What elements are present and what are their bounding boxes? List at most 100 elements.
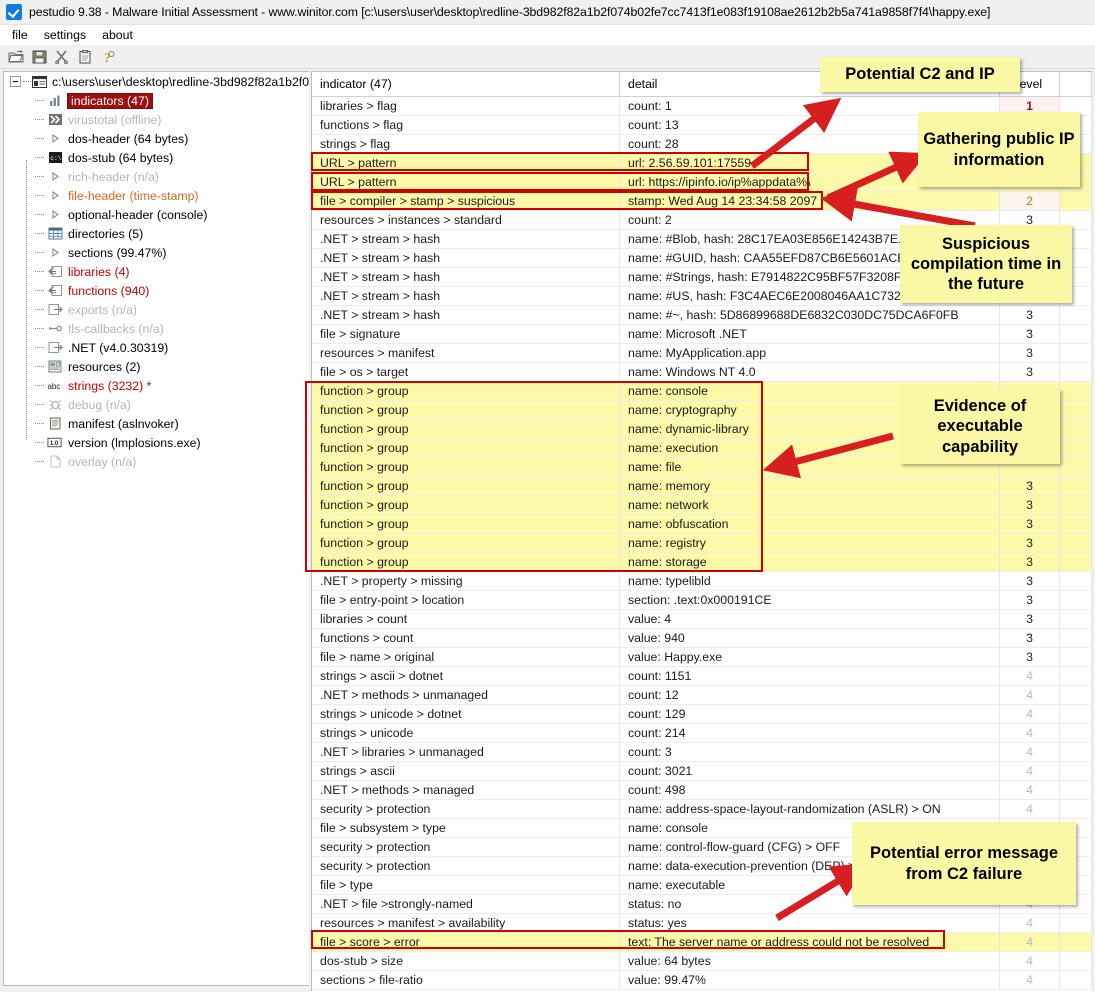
- tree-root-node[interactable]: c:\users\user\desktop\redline-3bd982f82a…: [4, 72, 309, 91]
- svg-text:abc: abc: [47, 382, 60, 391]
- cell-detail: name: network: [620, 496, 1000, 515]
- grid-row[interactable]: .NET > methods > managed count: 498 4: [312, 781, 1092, 800]
- grid-row[interactable]: resources > manifest name: MyApplication.…: [312, 344, 1092, 363]
- cell-detail: section: .text:0x000191CE: [620, 591, 1000, 610]
- tree-guide-dots: [35, 442, 44, 443]
- cell-indicator: file > os > target: [312, 363, 620, 382]
- tree-guide-dots: [35, 385, 44, 386]
- cell-spacer: [1060, 306, 1092, 325]
- abc-icon: abc: [47, 379, 63, 393]
- document-icon: [47, 417, 63, 431]
- cell-indicator: function > group: [312, 439, 620, 458]
- grid-row[interactable]: file > score > error text: The server nam…: [312, 933, 1092, 952]
- cell-indicator: function > group: [312, 458, 620, 477]
- tree-item-version[interactable]: 1.0 version (lmplosions.exe): [4, 433, 309, 452]
- cell-indicator: file > entry-point > location: [312, 591, 620, 610]
- grid-row[interactable]: function > group name: registry 3: [312, 534, 1092, 553]
- grid-row[interactable]: security > protection name: address-space…: [312, 800, 1092, 819]
- cell-spacer: [1060, 686, 1092, 705]
- tree-item-functions[interactable]: functions (940): [4, 281, 309, 300]
- tree-item-file-header[interactable]: file-header (time-stamp): [4, 186, 309, 205]
- menu-item-file[interactable]: file: [4, 25, 36, 45]
- tree-guide-dots: [35, 461, 44, 462]
- grid-row[interactable]: strings > ascii > dotnet count: 1151 4: [312, 667, 1092, 686]
- grid-row[interactable]: functions > count value: 940 3: [312, 629, 1092, 648]
- grid-row[interactable]: dos-stub > size value: 64 bytes 4: [312, 952, 1092, 971]
- grid-row[interactable]: file > signature name: Microsoft .NET 3: [312, 325, 1092, 344]
- grid-row[interactable]: .NET > property > missing name: typelibld…: [312, 572, 1092, 591]
- grid-row[interactable]: function > group name: memory 3: [312, 477, 1092, 496]
- tree-guide-dots: [35, 233, 44, 234]
- tree-item-debug[interactable]: debug (n/a): [4, 395, 309, 414]
- cell-indicator: resources > manifest: [312, 344, 620, 363]
- tree-item-optional-header[interactable]: optional-header (console): [4, 205, 309, 224]
- tree-item-label: resources (2): [68, 359, 141, 374]
- save-icon[interactable]: [29, 47, 49, 67]
- cell-indicator: security > protection: [312, 800, 620, 819]
- cell-level: 4: [1000, 781, 1060, 800]
- cell-detail: count: 498: [620, 781, 1000, 800]
- cell-indicator: .NET > stream > hash: [312, 230, 620, 249]
- tree-item-.net[interactable]: .NET (v4.0.30319): [4, 338, 309, 357]
- grid-row[interactable]: libraries > count value: 43: [312, 610, 1092, 629]
- navigation-tree[interactable]: c:\users\user\desktop\redline-3bd982f82a…: [3, 71, 309, 986]
- tree-item-directories[interactable]: directories (5): [4, 224, 309, 243]
- cell-indicator: file > compiler > stamp > suspicious: [312, 192, 620, 211]
- cell-indicator: functions > flag: [312, 116, 620, 135]
- grid-row[interactable]: strings > unicode > dotnet count: 129 4: [312, 705, 1092, 724]
- cell-level: 4: [1000, 705, 1060, 724]
- grid-row[interactable]: file > name > original value: Happy.exe 3: [312, 648, 1092, 667]
- cell-level: 4: [1000, 971, 1060, 990]
- tree-item-overlay[interactable]: overlay (n/a): [4, 452, 309, 471]
- tree-item-libraries[interactable]: libraries (4): [4, 262, 309, 281]
- open-folder-icon[interactable]: [6, 47, 26, 67]
- tree-guide-dots: [35, 195, 44, 196]
- grid-row[interactable]: function > group name: obfuscation 3: [312, 515, 1092, 534]
- column-header-indicator[interactable]: indicator (47): [312, 72, 620, 96]
- tree-item-tls-callbacks[interactable]: tls-callbacks (n/a): [4, 319, 309, 338]
- cell-detail: name: Microsoft .NET: [620, 325, 1000, 344]
- scissors-icon[interactable]: [52, 47, 72, 67]
- help-question-icon[interactable]: ?: [98, 47, 118, 67]
- cell-spacer: [1060, 781, 1092, 800]
- tree-item-rich-header[interactable]: rich-header (n/a): [4, 167, 309, 186]
- tree-item-manifest[interactable]: manifest (aslnvoker): [4, 414, 309, 433]
- grid-row[interactable]: sections > file-ratio value: 99.47% 4: [312, 971, 1092, 990]
- tree-item-sections[interactable]: sections (99.47%): [4, 243, 309, 262]
- cell-level: 4: [1000, 952, 1060, 971]
- cell-indicator: libraries > count: [312, 610, 620, 629]
- cell-indicator: security > protection: [312, 857, 620, 876]
- grid-row[interactable]: function > group name: network 3: [312, 496, 1092, 515]
- grid-row[interactable]: file > entry-point > location section: .t…: [312, 591, 1092, 610]
- grid-row[interactable]: file > compiler > stamp > suspicious stam…: [312, 192, 1092, 211]
- tree-item-resources[interactable]: resources (2): [4, 357, 309, 376]
- cell-indicator: file > score > error: [312, 933, 620, 952]
- grid-row[interactable]: strings > unicode count: 214 4: [312, 724, 1092, 743]
- grid-row[interactable]: function > group name: storage 3: [312, 553, 1092, 572]
- cell-indicator: .NET > libraries > unmanaged: [312, 743, 620, 762]
- cell-spacer: [1060, 705, 1092, 724]
- grid-row[interactable]: file > os > target name: Windows NT 4.0 3: [312, 363, 1092, 382]
- grid-row[interactable]: strings > ascii count: 3021 4: [312, 762, 1092, 781]
- menu-item-settings[interactable]: settings: [36, 25, 94, 45]
- grid-row[interactable]: resources > manifest > availability statu…: [312, 914, 1092, 933]
- tree-item-dos-header[interactable]: dos-header (64 bytes): [4, 129, 309, 148]
- cell-detail: text: The server name or address could n…: [620, 933, 1000, 952]
- tree-item-indicators[interactable]: indicators (47): [4, 91, 309, 110]
- grid-row[interactable]: .NET > libraries > unmanaged count: 34: [312, 743, 1092, 762]
- grid-row[interactable]: .NET > methods > unmanaged count: 12 4: [312, 686, 1092, 705]
- tree-item-virustotal[interactable]: virustotal (offline): [4, 110, 309, 129]
- grid-row[interactable]: .NET > stream > hash name: #~, hash: 5D86…: [312, 306, 1092, 325]
- cell-indicator: function > group: [312, 496, 620, 515]
- cell-spacer: [1060, 439, 1092, 458]
- cell-spacer: [1060, 420, 1092, 439]
- cell-level: 3: [1000, 591, 1060, 610]
- menu-item-about[interactable]: about: [94, 25, 141, 45]
- clipboard-icon[interactable]: [75, 47, 95, 67]
- collapse-toggle-icon[interactable]: [10, 76, 21, 87]
- bug-icon: [47, 398, 63, 412]
- tree-item-exports[interactable]: exports (n/a): [4, 300, 309, 319]
- tree-item-strings[interactable]: abc strings (3232) *: [4, 376, 309, 395]
- triangle-icon: [47, 208, 63, 222]
- tree-item-dos-stub[interactable]: c:\. dos-stub (64 bytes): [4, 148, 309, 167]
